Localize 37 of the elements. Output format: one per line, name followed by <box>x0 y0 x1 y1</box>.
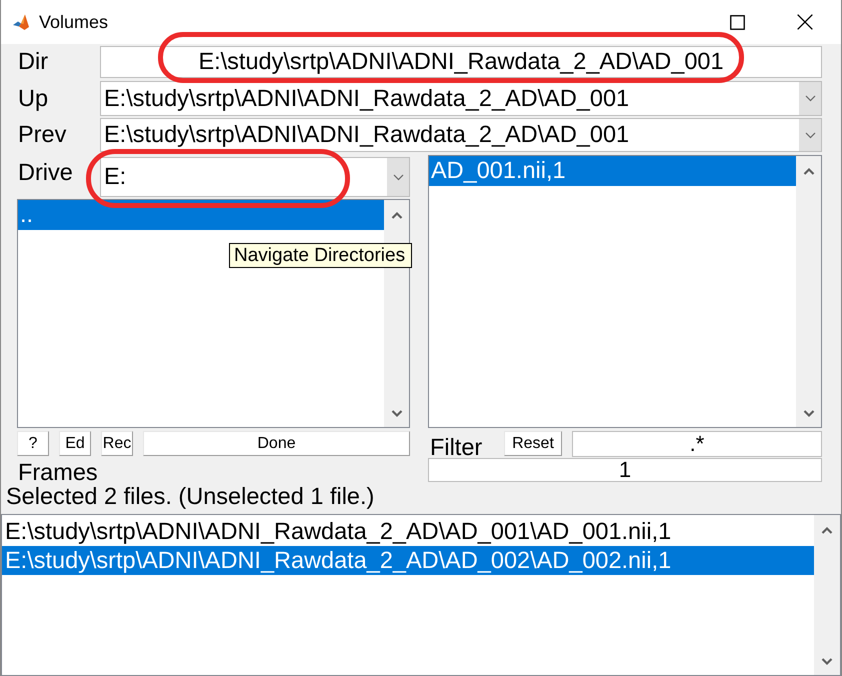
done-button[interactable]: Done <box>143 431 410 456</box>
field-label: Up <box>18 86 48 110</box>
directory-field[interactable]: E:\study\srtp\ADNI\ADNI_Rawdata_2_AD\AD_001 <box>100 46 822 78</box>
scroll-down-icon[interactable] <box>802 409 814 418</box>
scrollbar[interactable] <box>814 515 840 675</box>
field-label: Drive <box>18 160 73 184</box>
filter-field[interactable]: .* <box>572 431 822 457</box>
scroll-up-icon[interactable] <box>390 211 402 220</box>
scroll-up-icon[interactable] <box>802 167 814 176</box>
app-icon <box>12 13 30 31</box>
frames-field[interactable]: 1 <box>428 458 822 482</box>
list-item[interactable]: AD_001.nii,1 <box>429 156 796 186</box>
filter-label: Filter <box>430 436 482 459</box>
scroll-down-icon[interactable] <box>821 657 833 666</box>
rec-button[interactable]: Rec <box>101 431 133 456</box>
drive-dropdown[interactable]: E: <box>100 157 410 197</box>
field-label: Prev <box>18 123 66 147</box>
tooltip: Navigate Directories <box>229 243 412 268</box>
status-text: Selected 2 files. (Unselected 1 file.) <box>6 485 374 509</box>
list-item[interactable]: E:\study\srtp\ADNI\ADNI_Rawdata_2_AD\AD_001\AD_001.nii,1 <box>2 517 814 546</box>
scroll-up-icon[interactable] <box>821 526 833 535</box>
list-item[interactable]: E:\study\srtp\ADNI\ADNI_Rawdata_2_AD\AD_002\AD_002.nii,1 <box>2 546 814 575</box>
caret-icon <box>799 119 821 151</box>
edit-button[interactable]: Ed <box>59 431 91 456</box>
window-title: Volumes <box>39 13 108 31</box>
close-icon[interactable] <box>797 14 813 30</box>
frames-label: Frames <box>18 461 98 484</box>
reset-button[interactable]: Reset <box>504 431 562 456</box>
previous-dropdown[interactable]: E:\study\srtp\ADNI\ADNI_Rawdata_2_AD\AD_001 <box>100 118 822 152</box>
caret-icon <box>387 158 409 196</box>
scrollbar[interactable] <box>796 156 821 427</box>
maximize-icon[interactable] <box>730 14 745 30</box>
help-button[interactable]: ? <box>17 431 49 456</box>
up-dropdown[interactable]: E:\study\srtp\ADNI\ADNI_Rawdata_2_AD\AD_001 <box>100 81 822 116</box>
scroll-down-icon[interactable] <box>390 409 402 418</box>
caret-icon <box>799 82 821 115</box>
field-label: Dir <box>18 50 48 74</box>
